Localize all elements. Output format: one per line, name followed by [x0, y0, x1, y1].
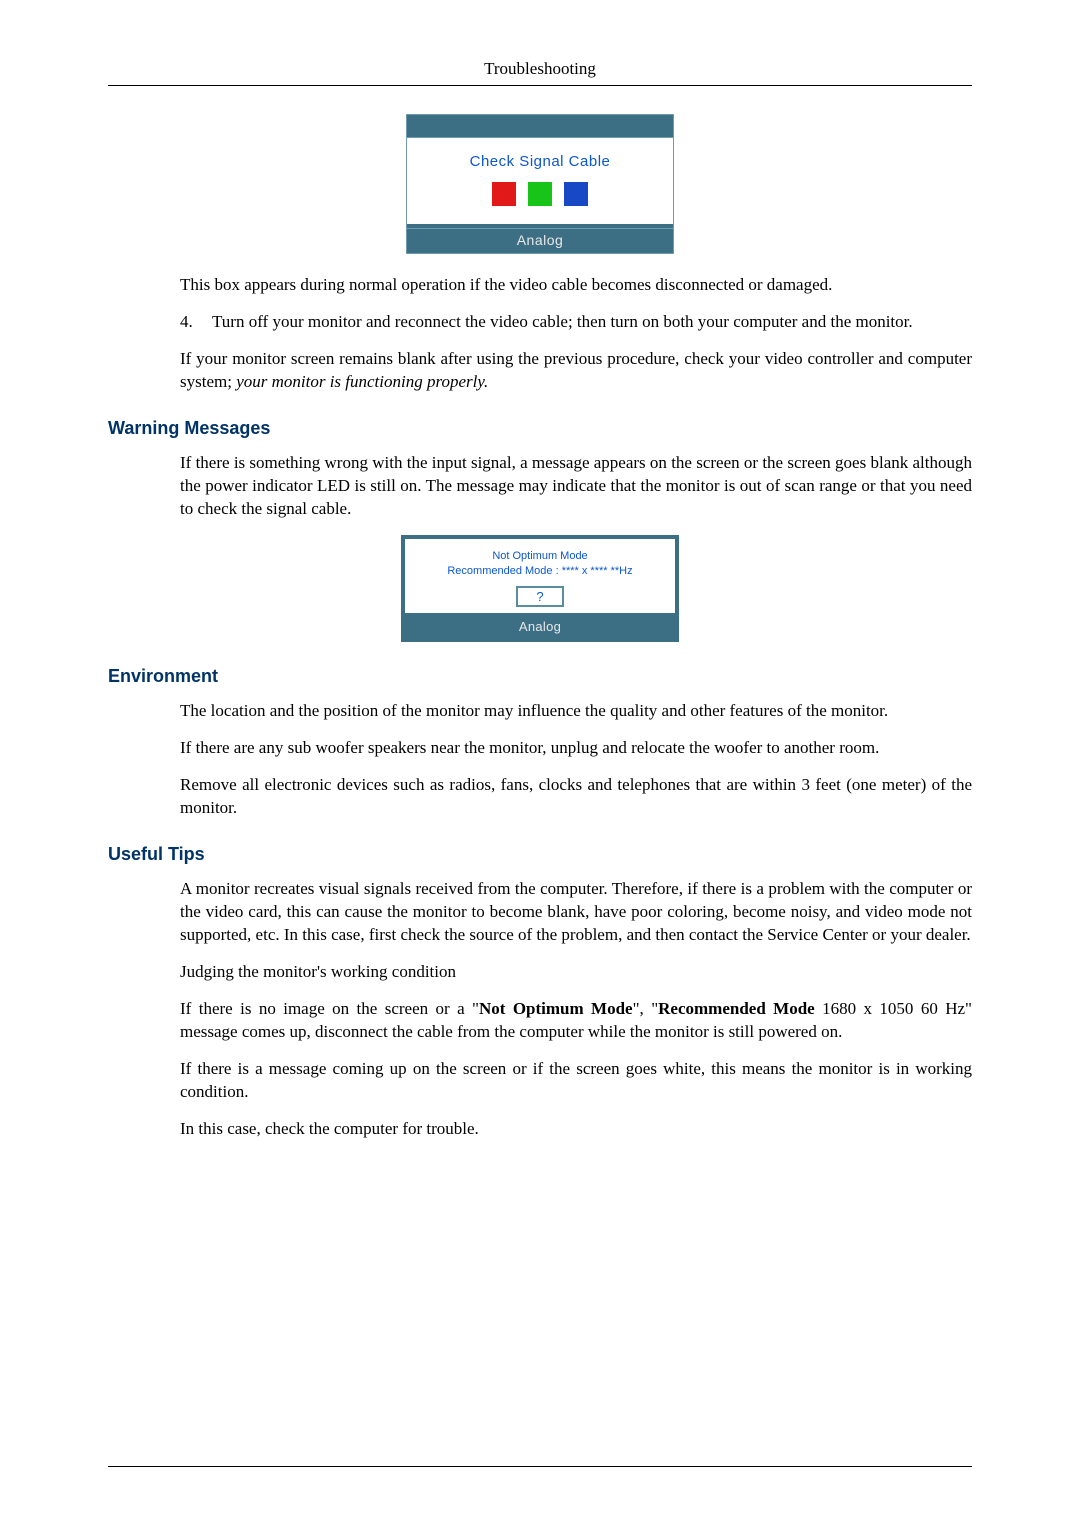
- paragraph: Judging the monitor's working condition: [108, 961, 972, 984]
- osd2-footer: Analog: [405, 617, 675, 638]
- page-footer-rule: [108, 1466, 972, 1467]
- heading-warning-messages: Warning Messages: [108, 416, 972, 440]
- osd-footer-text: Analog: [517, 232, 564, 248]
- paragraph: A monitor recreates visual signals recei…: [108, 878, 972, 947]
- paragraph: If your monitor screen remains blank aft…: [108, 348, 972, 394]
- paragraph: If there is no image on the screen or a …: [108, 998, 972, 1044]
- osd2-button-row: ?: [409, 586, 671, 608]
- osd2-line1: Not Optimum Mode: [409, 549, 671, 564]
- paragraph: If there is something wrong with the inp…: [108, 452, 972, 521]
- text: If there is no image on the screen or a …: [180, 999, 479, 1018]
- osd-body: Check Signal Cable: [406, 138, 674, 224]
- list-text: Turn off your monitor and reconnect the …: [212, 311, 972, 334]
- page-header: Troubleshooting: [108, 58, 972, 86]
- osd-titlebar: [406, 114, 674, 138]
- bold-text: Recommended Mode: [658, 999, 815, 1018]
- green-swatch: [528, 182, 552, 206]
- osd2-footer-text: Analog: [519, 619, 561, 634]
- red-swatch: [492, 182, 516, 206]
- paragraph: If there are any sub woofer speakers nea…: [108, 737, 972, 760]
- paragraph: This box appears during normal operation…: [108, 274, 972, 297]
- list-item-4: 4. Turn off your monitor and reconnect t…: [108, 311, 972, 334]
- osd-not-optimum-figure: Not Optimum Mode Recommended Mode : ****…: [108, 535, 972, 642]
- osd2-body: Not Optimum Mode Recommended Mode : ****…: [405, 539, 675, 613]
- blue-swatch: [564, 182, 588, 206]
- paragraph: Remove all electronic devices such as ra…: [108, 774, 972, 820]
- rgb-swatches: [413, 182, 667, 206]
- heading-useful-tips: Useful Tips: [108, 842, 972, 866]
- osd2-line2: Recommended Mode : **** x **** **Hz: [409, 564, 671, 579]
- header-title: Troubleshooting: [484, 59, 596, 78]
- paragraph: In this case, check the computer for tro…: [108, 1118, 972, 1141]
- question-mark-button: ?: [516, 586, 563, 608]
- osd-check-signal-box: Check Signal Cable Analog: [406, 114, 674, 254]
- osd-check-signal-figure: Check Signal Cable Analog: [108, 114, 972, 254]
- list-number: 4.: [180, 311, 212, 334]
- osd-check-signal-title: Check Signal Cable: [413, 152, 667, 172]
- paragraph: The location and the position of the mon…: [108, 700, 972, 723]
- osd-footer: Analog: [406, 228, 674, 254]
- paragraph: If there is a message coming up on the s…: [108, 1058, 972, 1104]
- emphasis-text: your monitor is functioning properly.: [236, 372, 488, 391]
- bold-text: Not Optimum Mode: [479, 999, 633, 1018]
- text: ", ": [633, 999, 659, 1018]
- osd-not-optimum-box: Not Optimum Mode Recommended Mode : ****…: [401, 535, 679, 642]
- heading-environment: Environment: [108, 664, 972, 688]
